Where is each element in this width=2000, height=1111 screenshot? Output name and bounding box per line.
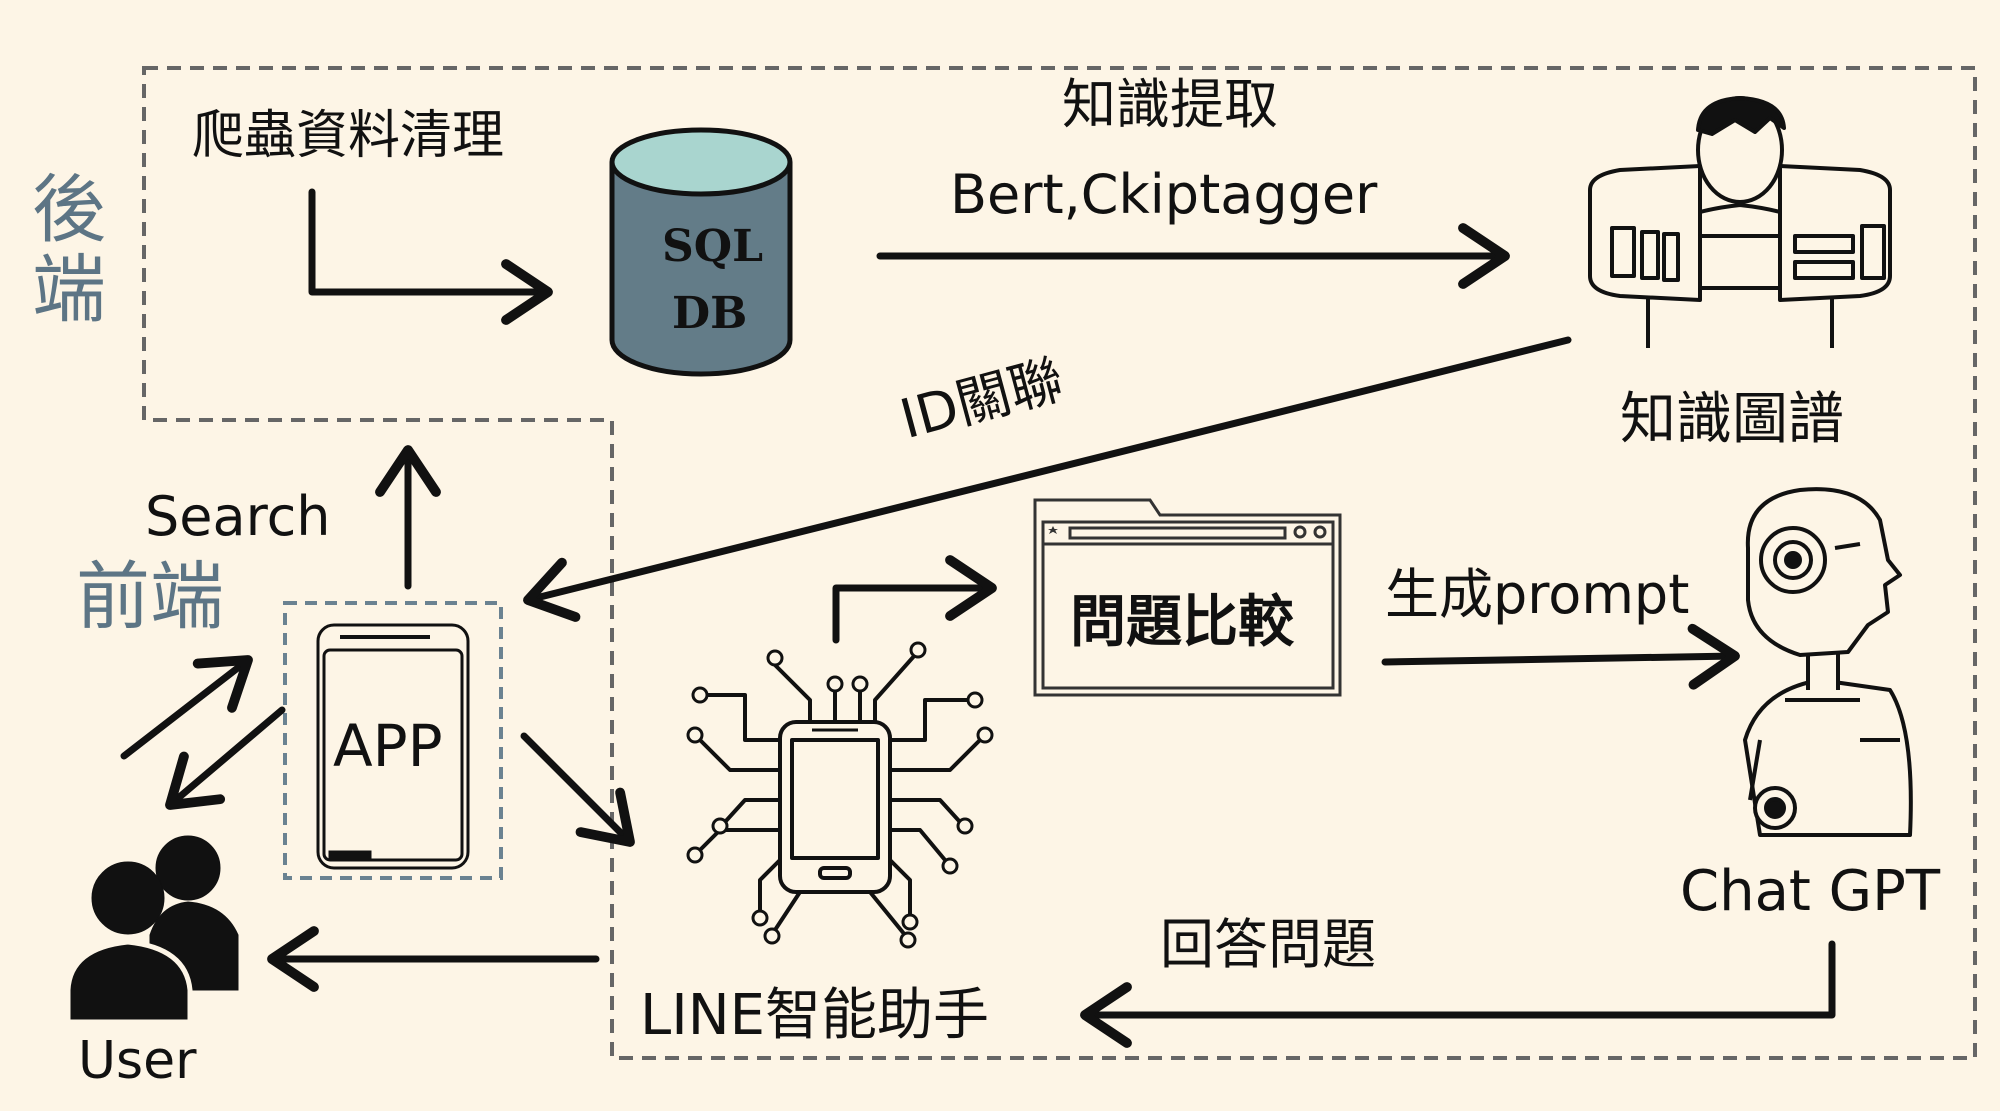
compare-to-chatgpt-arrow: [1381, 623, 1740, 690]
app-label: APP: [333, 712, 443, 780]
user-label: User: [78, 1031, 197, 1091]
app-to-user-arrow: [165, 706, 286, 810]
db-label-line1: SQL: [662, 221, 764, 272]
extraction-tools: Bert,Ckiptagger: [950, 163, 1378, 226]
smartphone-circuit-icon: [686, 641, 994, 949]
db-label-line2: DB: [672, 288, 748, 339]
section-label-frontend: 前端: [76, 554, 224, 640]
app-to-line-arrow: [520, 732, 635, 847]
section-label-backend-2: 端: [32, 247, 106, 333]
search-label: Search: [145, 485, 331, 548]
line-to-compare-arrow: [832, 555, 997, 644]
answer-label: 回答問題: [1160, 913, 1376, 976]
chatgpt-label: Chat GPT: [1680, 859, 1941, 924]
crawler-label: 爬蟲資料清理: [192, 106, 505, 166]
crawler-to-db-arrow: [308, 188, 553, 325]
line-assistant-label: LINE智能助手: [640, 983, 989, 1048]
user-group-icon: [65, 835, 239, 1025]
compare-label: 問題比較: [1070, 590, 1294, 655]
user-to-app-arrow: [120, 655, 253, 760]
extraction-title: 知識提取: [1062, 73, 1278, 136]
generate-prompt-label: 生成prompt: [1385, 563, 1690, 626]
knowledge-graph-person-icon: [1588, 96, 1892, 348]
robot-head-icon: [1743, 487, 1913, 837]
section-label-backend-1: 後: [32, 167, 106, 253]
knowledge-graph-label: 知識圖譜: [1620, 387, 1844, 452]
